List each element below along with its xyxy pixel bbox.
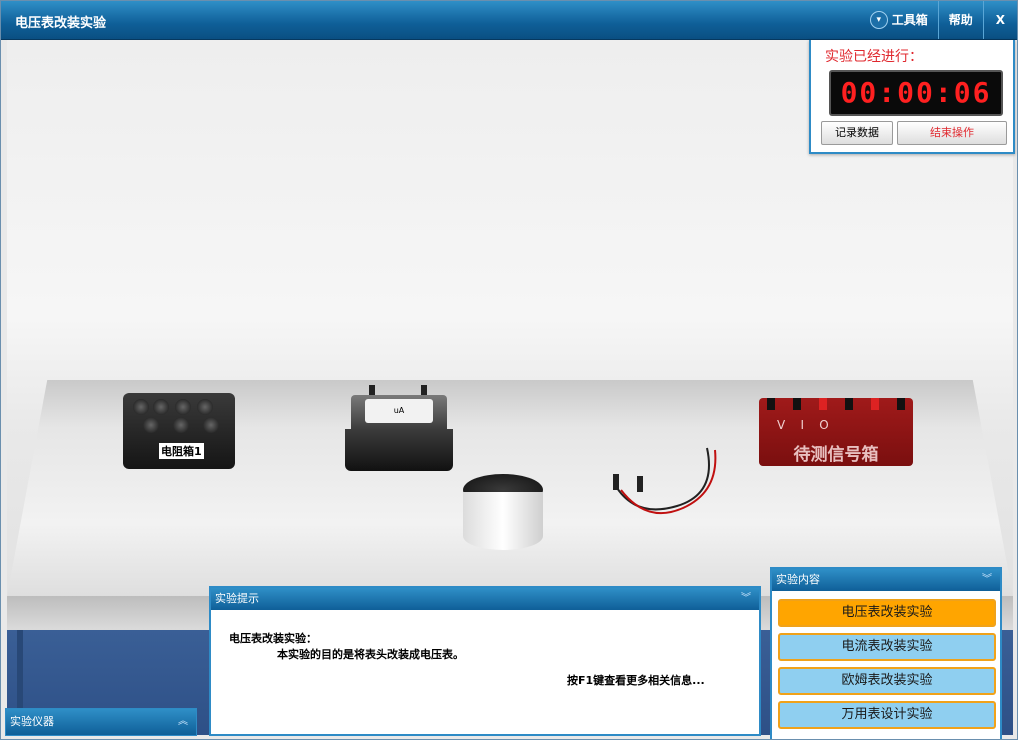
content-panel-header: 实验内容 ︾: [772, 569, 1000, 591]
knob-icon: [153, 399, 169, 415]
knob-icon: [143, 417, 159, 433]
timer-display: 00:00:06: [829, 70, 1003, 116]
terminal-icon: [793, 398, 801, 410]
terminal-icon: [819, 398, 827, 410]
resistor-box[interactable]: 电阻箱1: [123, 393, 235, 469]
expand-chevron-icon[interactable]: ︽: [178, 709, 188, 735]
title-bar: 电压表改装实验 ▾ 工具箱 帮助 X: [1, 1, 1017, 40]
hint-panel: 实验提示 ︾ 电压表改装实验： 本实验的目的是将表头改装成电压表。 按F1键查看…: [209, 586, 761, 736]
terminal-row: [767, 398, 905, 412]
hint-line-2: 本实验的目的是将表头改装成电压表。: [277, 648, 464, 661]
test-leads[interactable]: [607, 438, 717, 518]
terminal-icon: [369, 385, 375, 395]
collapse-chevron-icon[interactable]: ︾: [982, 569, 992, 591]
knob-icon: [133, 399, 149, 415]
rheostat[interactable]: [459, 468, 547, 554]
content-panel: 实验内容 ︾ 电压表改装实验 电流表改装实验 欧姆表改装实验 万用表设计实验: [770, 567, 1002, 739]
terminal-icon: [897, 398, 905, 410]
terminal-icon: [871, 398, 879, 410]
meter-face: uA: [365, 399, 433, 423]
end-operation-button[interactable]: 结束操作: [897, 121, 1007, 145]
content-item-voltmeter[interactable]: 电压表改装实验: [778, 599, 996, 627]
hint-panel-header: 实验提示 ︾: [211, 588, 759, 610]
signal-box-label: 待测信号箱: [793, 445, 879, 465]
resistor-box-label: 电阻箱1: [159, 443, 204, 459]
instrument-panel: 实验仪器 ︽: [5, 708, 197, 736]
content-item-ohmmeter[interactable]: 欧姆表改装实验: [778, 667, 996, 695]
app-window: 电压表改装实验 ▾ 工具箱 帮助 X 电阻箱1 uA V I O 待测信号箱 实…: [0, 0, 1018, 740]
timer-panel: 实验已经进行： 00:00:06 记录数据 结束操作: [809, 40, 1015, 154]
knob-icon: [203, 417, 219, 433]
instrument-panel-header[interactable]: 实验仪器 ︽: [6, 709, 196, 735]
signal-box[interactable]: V I O 待测信号箱: [759, 398, 913, 466]
window-title: 电压表改装实验: [15, 16, 107, 31]
meter-top: uA: [351, 395, 447, 429]
collapse-chevron-icon[interactable]: ︾: [741, 588, 751, 610]
signal-box-letters: V I O: [777, 418, 829, 432]
content-panel-title: 实验内容: [776, 573, 820, 586]
microammeter[interactable]: uA: [345, 385, 453, 471]
toolbox-label: 工具箱: [891, 13, 928, 27]
wire-icon: [613, 447, 717, 515]
instrument-panel-title: 实验仪器: [10, 715, 54, 728]
content-item-ammeter[interactable]: 电流表改装实验: [778, 633, 996, 661]
knob-icon: [173, 417, 189, 433]
hint-text: 电压表改装实验： 本实验的目的是将表头改装成电压表。: [229, 630, 464, 662]
knob-icon: [175, 399, 191, 415]
hint-panel-title: 实验提示: [215, 592, 259, 605]
record-data-button[interactable]: 记录数据: [821, 121, 893, 145]
terminal-icon: [767, 398, 775, 410]
hint-line-1: 电压表改装实验：: [229, 632, 317, 645]
knob-icon: [197, 399, 213, 415]
terminal-icon: [845, 398, 853, 410]
close-button[interactable]: X: [982, 1, 1017, 39]
meter-base: [345, 429, 453, 471]
rheostat-body: [463, 492, 543, 550]
toolbox-button[interactable]: ▾ 工具箱: [860, 1, 938, 39]
timer-title: 实验已经进行：: [825, 49, 923, 65]
terminal-icon: [421, 385, 427, 395]
chevron-down-icon: ▾: [869, 11, 888, 29]
hint-more-info: 按F1键查看更多相关信息...: [567, 674, 705, 687]
help-button[interactable]: 帮助: [937, 1, 983, 39]
content-item-multimeter[interactable]: 万用表设计实验: [778, 701, 996, 729]
